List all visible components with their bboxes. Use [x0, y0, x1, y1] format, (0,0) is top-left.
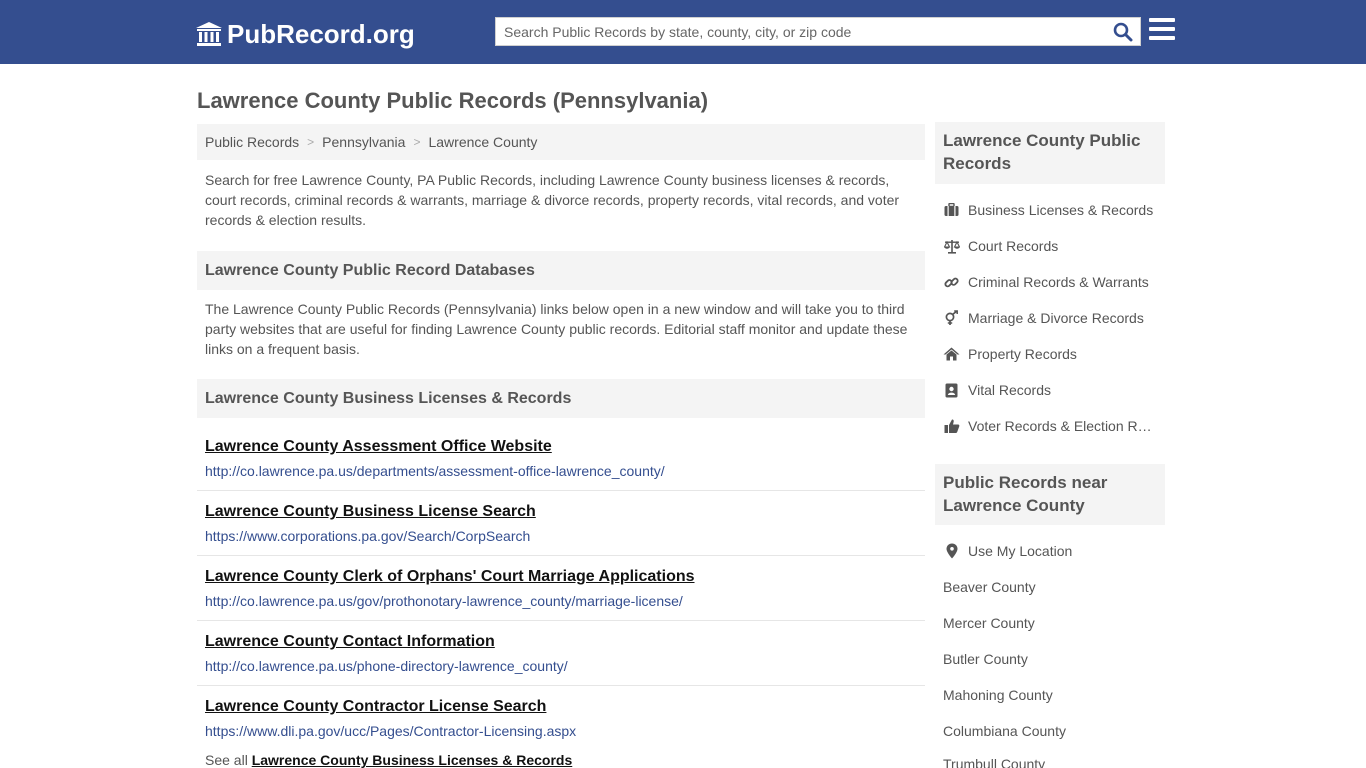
thumbs-up-icon — [943, 418, 960, 434]
sidebar-item-label: Voter Records & Election Results — [968, 418, 1158, 434]
nearby-county-link[interactable]: Mahoning County — [943, 687, 1053, 703]
logo-text: PubRecord.org — [227, 18, 415, 49]
page-title: Lawrence County Public Records (Pennsylv… — [197, 88, 709, 113]
briefcase-icon — [943, 202, 960, 218]
business-section-heading: Lawrence County Business Licenses & Reco… — [197, 379, 925, 418]
search-bar — [495, 17, 1141, 46]
divider — [197, 490, 925, 491]
breadcrumb-pennsylvania[interactable]: Pennsylvania — [322, 134, 405, 150]
record-item: Lawrence County Assessment Office Websit… — [197, 437, 925, 480]
databases-heading: Lawrence County Public Record Databases — [197, 251, 925, 290]
scales-icon — [943, 238, 960, 254]
use-my-location-link[interactable]: Use My Location — [943, 541, 1165, 561]
nearby-county-link[interactable]: Beaver County — [943, 579, 1036, 595]
sidebar-item-court[interactable]: Court Records — [943, 236, 1165, 256]
divider — [197, 685, 925, 686]
site-logo[interactable]: PubRecord.org — [195, 18, 415, 50]
see-all-link[interactable]: Lawrence County Business Licenses & Reco… — [252, 752, 573, 768]
sidebar-item-vital[interactable]: Vital Records — [943, 380, 1165, 400]
link-icon — [943, 274, 960, 290]
record-title-link[interactable]: Lawrence County Contractor License Searc… — [205, 697, 925, 717]
use-my-location-label: Use My Location — [968, 543, 1073, 559]
divider — [197, 555, 925, 556]
record-title-link[interactable]: Lawrence County Business License Search — [205, 502, 925, 522]
sidebar-item-label: Business Licenses & Records — [968, 202, 1154, 218]
record-title-link[interactable]: Lawrence County Assessment Office Websit… — [205, 437, 925, 457]
record-title-link[interactable]: Lawrence County Contact Information — [205, 632, 925, 652]
record-url: http://co.lawrence.pa.us/departments/ass… — [205, 463, 665, 479]
map-marker-icon — [943, 543, 960, 559]
nearby-county-link[interactable]: Columbiana County — [943, 723, 1066, 739]
breadcrumb-lawrence-county[interactable]: Lawrence County — [428, 134, 537, 150]
sidebar-item-label: Property Records — [968, 346, 1077, 362]
record-item: Lawrence County Contractor License Searc… — [197, 697, 925, 740]
sidebar-records-heading: Lawrence County Public Records — [935, 122, 1165, 184]
sidebar-item-business[interactable]: Business Licenses & Records — [943, 200, 1165, 220]
intro-paragraph: Search for free Lawrence County, PA Publ… — [205, 172, 900, 228]
databases-description: The Lawrence County Public Records (Penn… — [205, 301, 908, 357]
courthouse-icon — [196, 22, 222, 46]
record-url: http://co.lawrence.pa.us/phone-directory… — [205, 658, 568, 674]
nearby-county-link[interactable]: Mercer County — [943, 615, 1035, 631]
sidebar-item-label: Marriage & Divorce Records — [968, 310, 1144, 326]
record-item: Lawrence County Contact Information http… — [197, 632, 925, 675]
hamburger-menu-icon[interactable] — [1149, 18, 1175, 44]
breadcrumb-public-records[interactable]: Public Records — [205, 134, 299, 150]
record-title-link[interactable]: Lawrence County Clerk of Orphans' Court … — [205, 567, 925, 587]
see-all-row: See all Lawrence County Business License… — [205, 752, 572, 768]
sidebar-near-heading: Public Records near Lawrence County — [935, 464, 1165, 525]
divider — [197, 620, 925, 621]
breadcrumb-separator: > — [413, 135, 421, 149]
home-icon — [943, 346, 960, 362]
breadcrumb-separator: > — [307, 135, 315, 149]
record-url: https://www.dli.pa.gov/ucc/Pages/Contrac… — [205, 723, 577, 739]
sidebar-item-label: Court Records — [968, 238, 1059, 254]
see-all-prefix: See all — [205, 752, 248, 768]
record-item: Lawrence County Clerk of Orphans' Court … — [197, 567, 925, 610]
sidebar-item-criminal[interactable]: Criminal Records & Warrants — [943, 272, 1165, 292]
search-button[interactable] — [1106, 18, 1140, 45]
sidebar-item-property[interactable]: Property Records — [943, 344, 1165, 364]
record-item: Lawrence County Business License Search … — [197, 502, 925, 545]
breadcrumb: Public Records > Pennsylvania > Lawrence… — [197, 124, 925, 160]
sidebar-item-label: Criminal Records & Warrants — [968, 274, 1149, 290]
gender-icon — [943, 310, 960, 326]
search-icon — [1113, 22, 1133, 41]
nearby-county-link[interactable]: Butler County — [943, 651, 1028, 667]
id-card-icon — [943, 382, 960, 398]
nearby-county-link[interactable]: Trumbull County — [943, 756, 1045, 768]
record-url: https://www.corporations.pa.gov/Search/C… — [205, 528, 531, 544]
search-input[interactable] — [496, 18, 1106, 45]
record-url: http://co.lawrence.pa.us/gov/prothonotar… — [205, 593, 683, 609]
sidebar-item-voter[interactable]: Voter Records & Election Results — [943, 416, 1165, 436]
sidebar-item-label: Vital Records — [968, 382, 1052, 398]
sidebar-item-marriage[interactable]: Marriage & Divorce Records — [943, 308, 1165, 328]
top-navigation-bar: PubRecord.org — [0, 0, 1366, 64]
